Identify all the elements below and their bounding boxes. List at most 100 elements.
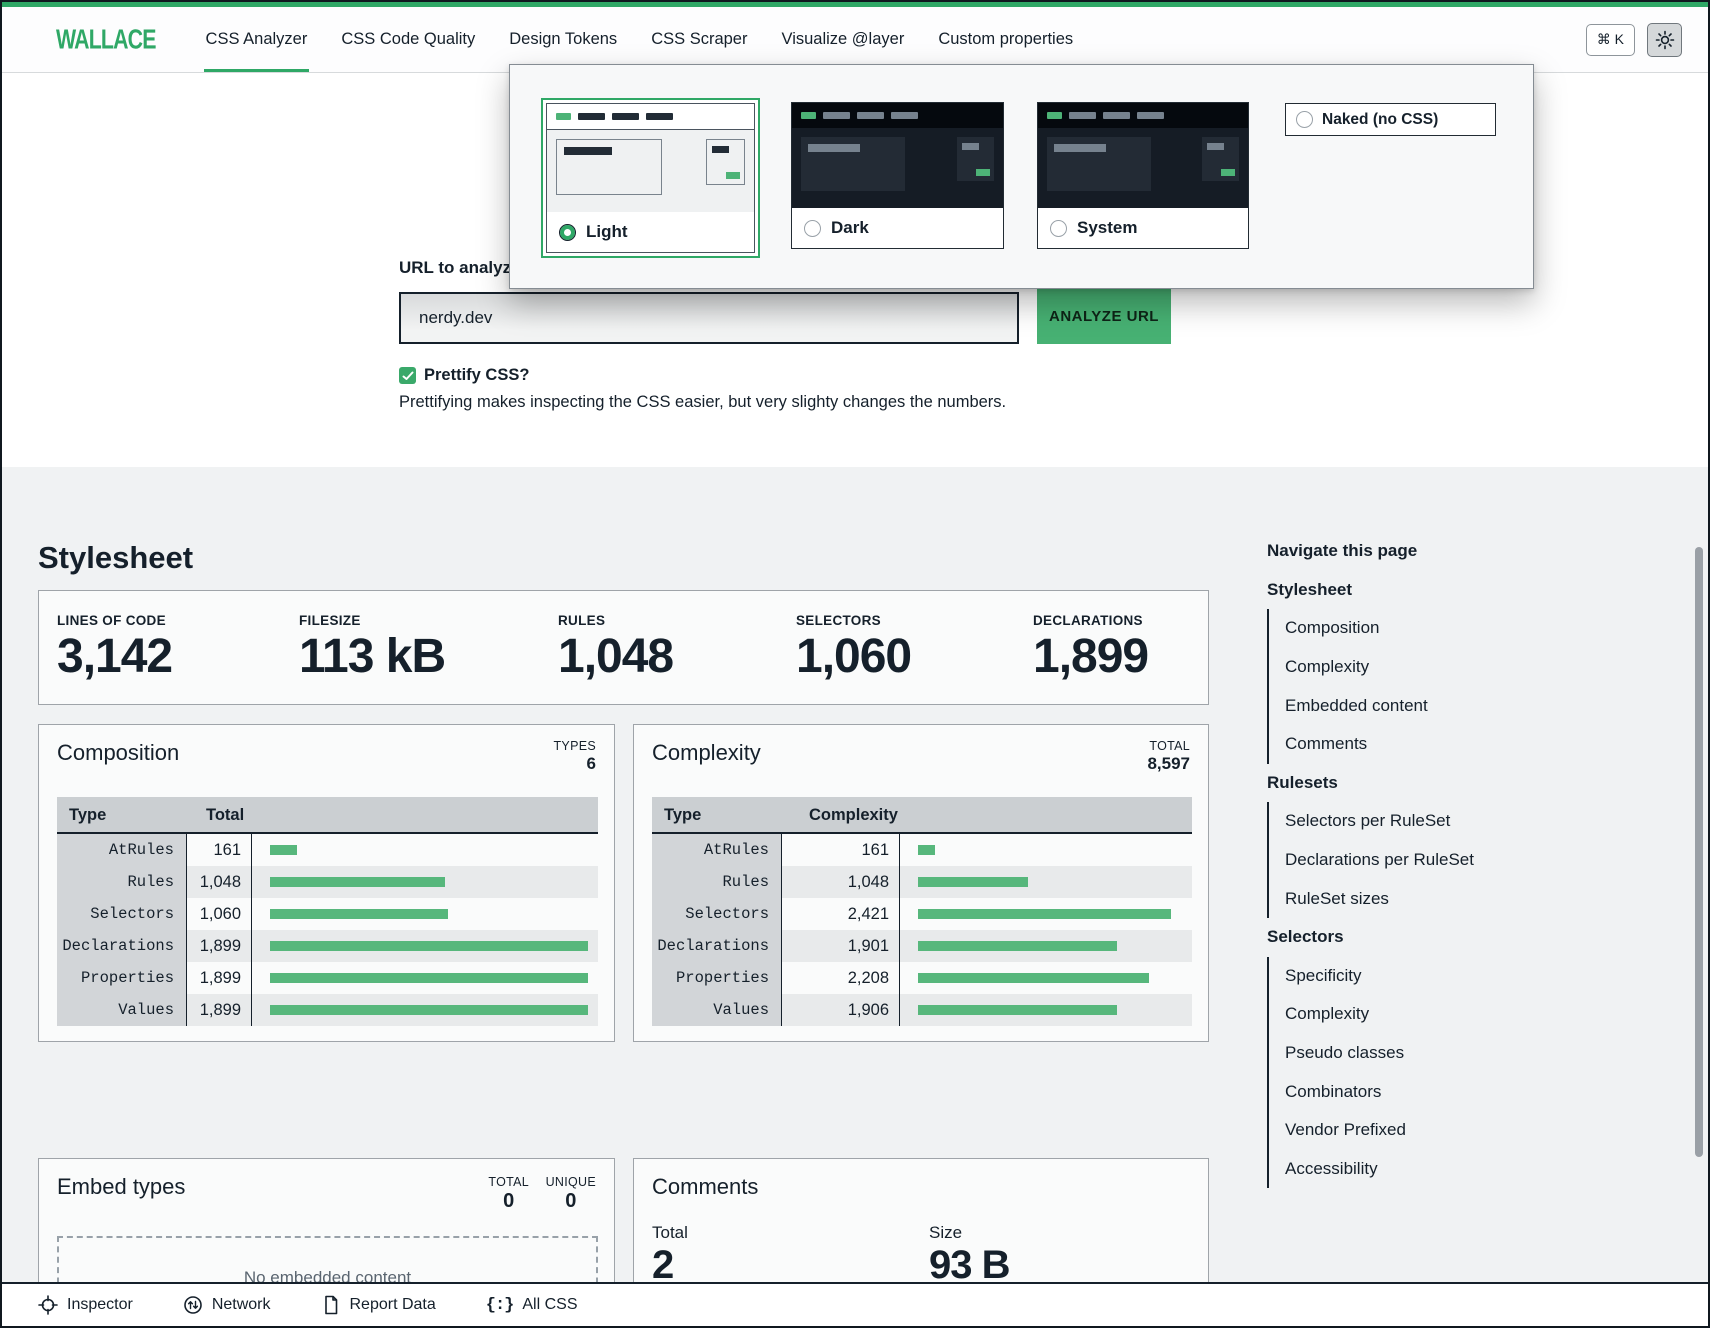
url-label: URL to analyze — [399, 258, 521, 278]
toolbar-all-css-label: All CSS — [522, 1296, 577, 1314]
composition-row-atrules: AtRules161 — [57, 834, 598, 866]
primary-nav: CSS Analyzer CSS Code Quality Design Token… — [204, 7, 1076, 72]
composition-table-header: Type Total — [57, 797, 598, 834]
network-icon — [183, 1295, 203, 1315]
report-icon — [321, 1295, 341, 1315]
analyze-url-button[interactable]: ANALYZE URL — [1037, 289, 1171, 344]
value-bar — [270, 909, 448, 919]
page-nav-group-stylesheet: CompositionComplexityEmbedded contentCom… — [1267, 609, 1495, 763]
nav-tab-visualize-layer[interactable]: Visualize @layer — [779, 7, 906, 72]
comments-title: Comments — [652, 1174, 758, 1200]
light-label: Light — [586, 222, 628, 242]
wallace-logo[interactable]: WALLACE — [56, 23, 156, 56]
page-nav-link-declarations-per-ruleset[interactable]: Declarations per RuleSet — [1269, 841, 1495, 880]
theme-popover: Light Dark System — [509, 64, 1534, 289]
theme-toggle-button[interactable] — [1647, 23, 1682, 57]
nav-tab-custom-properties[interactable]: Custom properties — [936, 7, 1075, 72]
system-theme-preview: System — [1038, 103, 1248, 248]
page-nav-link-vendor-prefixed[interactable]: Vendor Prefixed — [1269, 1111, 1495, 1150]
dark-label: Dark — [831, 218, 869, 238]
comments-size: Size 93 B — [929, 1223, 1010, 1286]
app-window: WALLACE CSS Analyzer CSS Code Quality Desi… — [0, 0, 1710, 1328]
composition-row-values: Values1,899 — [57, 994, 598, 1026]
page-nav-heading-rulesets: Rulesets — [1267, 764, 1495, 803]
naked-radio[interactable] — [1296, 111, 1313, 128]
page-title: Stylesheet — [38, 540, 193, 576]
value-bar — [918, 909, 1171, 919]
complexity-card: Complexity TOTAL 8,597 Type Complexity A… — [633, 724, 1209, 1042]
complexity-row-selectors: Selectors2,421 — [652, 898, 1192, 930]
value-bar — [270, 1005, 588, 1015]
value-bar — [918, 877, 1028, 887]
toolbar-inspector-button[interactable]: Inspector — [32, 1294, 139, 1316]
page-nav-link-selectors-per-ruleset[interactable]: Selectors per RuleSet — [1269, 802, 1495, 841]
page-nav-link-ruleset-sizes[interactable]: RuleSet sizes — [1269, 879, 1495, 918]
url-input[interactable] — [399, 292, 1019, 344]
page-nav-link-complexity[interactable]: Complexity — [1269, 995, 1495, 1034]
header-actions: ⌘ K — [1586, 7, 1682, 72]
page-nav-link-pseudo-classes[interactable]: Pseudo classes — [1269, 1034, 1495, 1073]
page-nav-heading-selectors: Selectors — [1267, 918, 1495, 957]
prettify-checkbox[interactable] — [399, 367, 416, 384]
page-nav-link-specificity[interactable]: Specificity — [1269, 957, 1495, 996]
toolbar-network-label: Network — [212, 1296, 271, 1314]
bottom-toolbar: Inspector Network Report Data {:} All CSS — [2, 1282, 1708, 1326]
embed-types-title: Embed types — [57, 1174, 185, 1200]
embed-total-metric: TOTAL 0 — [488, 1175, 529, 1213]
comments-total: Total 2 — [652, 1223, 688, 1286]
theme-option-dark[interactable]: Dark — [791, 102, 1004, 249]
naked-label: Naked (no CSS) — [1322, 111, 1438, 129]
page-nav-group-rulesets: Selectors per RuleSetDeclarations per Ru… — [1267, 802, 1495, 918]
composition-row-rules: Rules1,048 — [57, 866, 598, 898]
comments-card: Comments Total 2 Size 93 B — [633, 1158, 1209, 1286]
complexity-title: Complexity — [652, 740, 761, 766]
value-bar — [270, 877, 445, 887]
nav-tab-css-analyzer[interactable]: CSS Analyzer — [204, 7, 310, 72]
sun-icon — [1655, 30, 1675, 50]
embed-empty-state: No embedded content — [57, 1236, 598, 1286]
system-label: System — [1077, 218, 1137, 238]
complexity-row-rules: Rules1,048 — [652, 866, 1192, 898]
checkmark-icon — [402, 371, 414, 381]
theme-option-light[interactable]: Light — [541, 98, 760, 258]
page-nav-title: Navigate this page — [1267, 532, 1495, 571]
all-css-icon: {:} — [486, 1296, 514, 1315]
page-nav-link-combinators[interactable]: Combinators — [1269, 1072, 1495, 1111]
page-nav-link-complexity[interactable]: Complexity — [1269, 648, 1495, 687]
page-nav-link-composition[interactable]: Composition — [1269, 609, 1495, 648]
composition-table: Type Total AtRules161Rules1,048Selectors… — [57, 797, 598, 1026]
page-nav-link-accessibility[interactable]: Accessibility — [1269, 1150, 1495, 1189]
composition-row-properties: Properties1,899 — [57, 962, 598, 994]
complexity-row-atrules: AtRules161 — [652, 834, 1192, 866]
nav-tab-css-scraper[interactable]: CSS Scraper — [649, 7, 749, 72]
value-bar — [918, 845, 935, 855]
composition-card: Composition TYPES 6 Type Total AtRules16… — [38, 724, 615, 1042]
page-nav-link-comments[interactable]: Comments — [1269, 725, 1495, 764]
page-nav-link-embedded-content[interactable]: Embedded content — [1269, 686, 1495, 725]
page-nav-heading-stylesheet: Stylesheet — [1267, 571, 1495, 610]
complexity-table-header: Type Complexity — [652, 797, 1192, 834]
value-bar — [918, 973, 1149, 983]
value-bar — [270, 845, 297, 855]
value-bar — [270, 941, 588, 951]
dark-theme-preview: Dark — [792, 103, 1003, 248]
command-k-button[interactable]: ⌘ K — [1586, 24, 1635, 56]
toolbar-network-button[interactable]: Network — [177, 1294, 277, 1316]
light-theme-preview: Light — [546, 103, 755, 253]
system-radio[interactable] — [1050, 220, 1067, 237]
complexity-row-properties: Properties2,208 — [652, 962, 1192, 994]
scrollbar-thumb[interactable] — [1695, 547, 1703, 1157]
embed-unique-metric: UNIQUE 0 — [546, 1175, 596, 1213]
light-radio[interactable] — [559, 224, 576, 241]
embed-types-card: Embed types TOTAL 0 UNIQUE 0 No embedded… — [38, 1158, 615, 1286]
composition-types-metric: TYPES 6 — [554, 739, 597, 774]
theme-option-system[interactable]: System — [1037, 102, 1249, 249]
toolbar-report-data-button[interactable]: Report Data — [315, 1294, 442, 1316]
complexity-table: Type Complexity AtRules161Rules1,048Sele… — [652, 797, 1192, 1026]
toolbar-all-css-button[interactable]: {:} All CSS — [480, 1295, 584, 1316]
inspector-icon — [38, 1295, 58, 1315]
theme-option-naked[interactable]: Naked (no CSS) — [1285, 103, 1496, 136]
nav-tab-css-code-quality[interactable]: CSS Code Quality — [339, 7, 477, 72]
nav-tab-design-tokens[interactable]: Design Tokens — [507, 7, 619, 72]
dark-radio[interactable] — [804, 220, 821, 237]
